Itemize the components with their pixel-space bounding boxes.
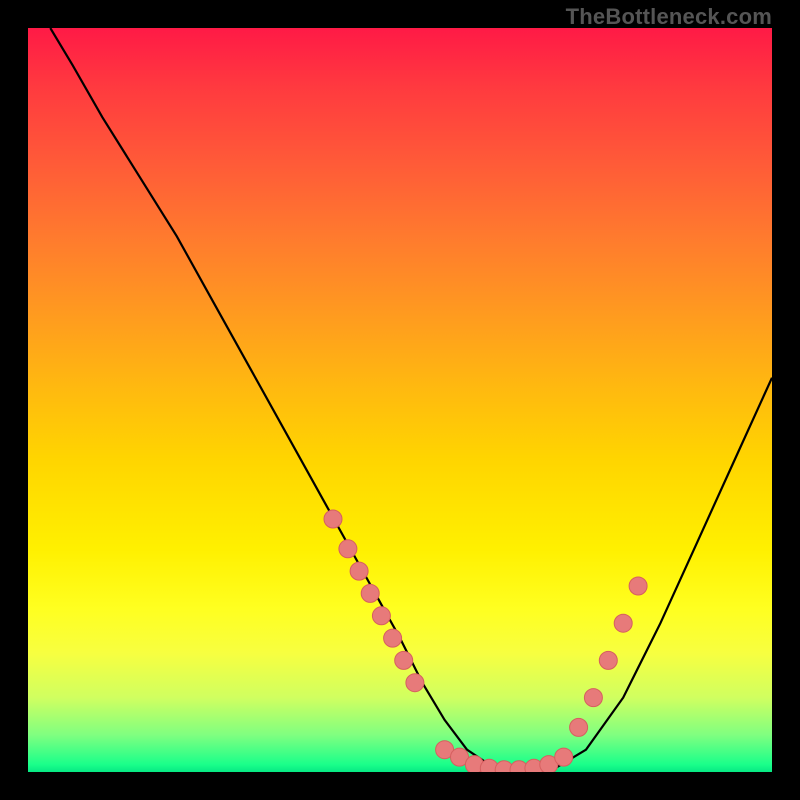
data-marker (395, 651, 413, 669)
data-marker (599, 651, 617, 669)
attribution-text: TheBottleneck.com (566, 4, 772, 30)
plot-area (28, 28, 772, 772)
data-marker (629, 577, 647, 595)
data-marker (555, 748, 573, 766)
marker-cluster-left (324, 510, 424, 692)
data-marker (384, 629, 402, 647)
data-marker (406, 674, 424, 692)
marker-cluster-valley (436, 741, 573, 772)
data-marker (361, 584, 379, 602)
chart-svg (28, 28, 772, 772)
data-marker (372, 607, 390, 625)
data-marker (339, 540, 357, 558)
data-marker (570, 718, 588, 736)
data-marker (614, 614, 632, 632)
marker-cluster-right (570, 577, 648, 736)
data-marker (350, 562, 368, 580)
data-marker (584, 689, 602, 707)
data-marker (324, 510, 342, 528)
